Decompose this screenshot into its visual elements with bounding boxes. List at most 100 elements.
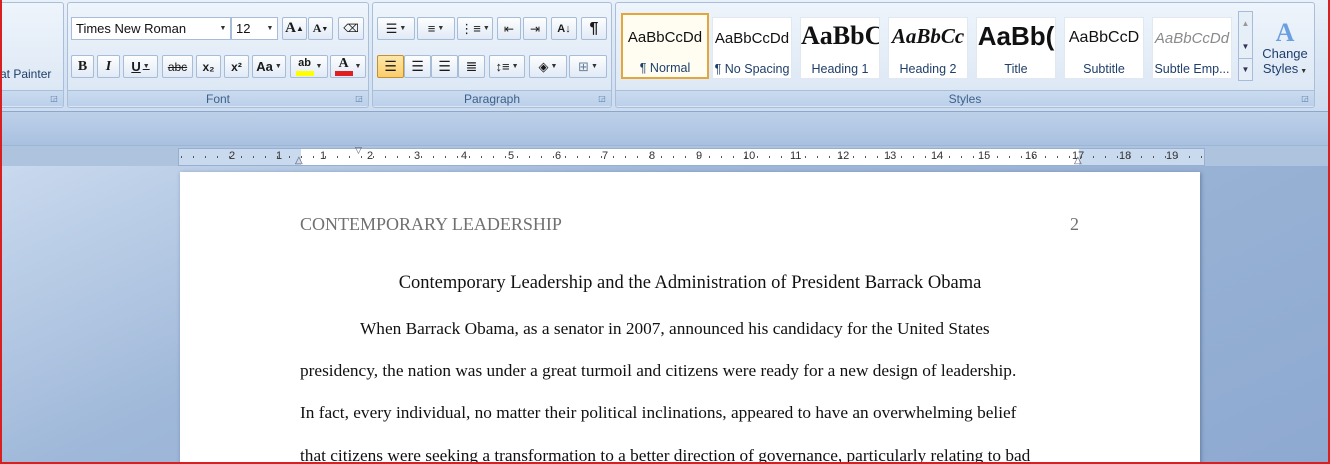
align-left-button[interactable]: ☰ [377, 55, 404, 78]
ruler-tick [793, 156, 794, 158]
style-title[interactable]: AaBb( Title [976, 17, 1056, 79]
ruler-tick [469, 156, 470, 158]
scroll-down-icon[interactable]: ▼ [1239, 35, 1252, 58]
superscript-button[interactable]: x² [224, 55, 249, 78]
ruler-tick [733, 156, 734, 158]
decrease-indent-button[interactable]: ⇤ [497, 17, 521, 40]
ruler-tick [541, 156, 542, 158]
highlight-button[interactable]: ab ▼ [290, 55, 328, 78]
ruler-tick [685, 156, 686, 158]
decrease-indent-icon: ⇤ [503, 21, 515, 36]
grow-font-icon: A [285, 20, 296, 36]
style-name: Subtitle [1083, 62, 1125, 76]
highlighter-icon: ab [295, 57, 314, 76]
right-indent-marker[interactable]: △ [1074, 155, 1082, 166]
format-painter-button[interactable]: at Painter [0, 62, 63, 85]
ruler-tick [913, 156, 914, 158]
border-grid-icon: ⊞ [578, 58, 589, 74]
ruler-tick [337, 156, 338, 158]
underline-icon: U [131, 59, 141, 74]
style-no-spacing[interactable]: AaBbCcDd ¶ No Spacing [712, 17, 792, 79]
ruler-tick [697, 156, 698, 158]
clear-formatting-button[interactable]: ⌫ [338, 17, 364, 40]
numbering-button[interactable]: ≡ ▼ [417, 17, 455, 40]
ruler-tick [517, 156, 518, 158]
font-dialog-launcher-icon[interactable]: ◲ [354, 94, 364, 104]
ruler-tick [529, 156, 530, 158]
shading-button[interactable]: ◈ ▼ [529, 55, 567, 78]
underline-button[interactable]: U ▼ [123, 55, 158, 78]
ruler-number: 4 [461, 150, 468, 162]
line-spacing-button[interactable]: ↕≡ ▼ [489, 55, 525, 78]
sort-button[interactable]: A↓ [551, 17, 577, 40]
chevron-down-icon[interactable]: ▼ [263, 18, 277, 39]
borders-button[interactable]: ⊞ ▼ [569, 55, 607, 78]
font-color-button[interactable]: A ▼ [330, 55, 366, 78]
chevron-down-icon[interactable]: ▼ [216, 18, 230, 39]
style-name: ¶ Normal [639, 61, 691, 75]
left-indent-marker[interactable]: △ [295, 155, 303, 166]
style-subtle-emphasis[interactable]: AaBbCcDd Subtle Emp... [1152, 17, 1232, 79]
style-heading-2[interactable]: AaBbCc Heading 2 [888, 17, 968, 79]
ruler-tick [625, 156, 626, 158]
justify-icon: ≣ [465, 58, 478, 74]
ruler-tick [409, 156, 410, 158]
align-right-button[interactable]: ☰ [431, 55, 458, 78]
ruler-tick [397, 156, 398, 158]
ruler-tick [589, 156, 590, 158]
format-painter-label: at Painter [0, 66, 52, 81]
ruler-tick [289, 156, 290, 158]
change-styles-button[interactable]: A Change Styles ▼ [1260, 11, 1310, 87]
paragraph-line: When Barrack Obama, as a senator in 2007… [360, 319, 990, 338]
multilevel-list-button[interactable]: ⋮≡ ▼ [457, 17, 493, 40]
ruler-tick [937, 156, 938, 158]
ruler-tick [577, 156, 578, 158]
clipboard-launcher-icon[interactable]: ◲ [49, 94, 59, 104]
scroll-up-icon[interactable]: ▲ [1239, 12, 1252, 35]
shrink-font-button[interactable]: A ▼ [308, 17, 333, 40]
font-family-value: Times New Roman [76, 21, 187, 36]
horizontal-ruler[interactable]: 2112345678910111213141516171819 ▽ △ △ [178, 145, 1205, 166]
align-center-button[interactable]: ☰ [404, 55, 431, 78]
ruler-tick [421, 156, 422, 158]
ruler-tick [829, 156, 830, 158]
document-page[interactable]: CONTEMPORARY LEADERSHIP 2 Contemporary L… [180, 172, 1200, 464]
ribbon: at Painter ◲ Times New Roman ▼ 12 ▼ A ▲ A… [0, 0, 1330, 112]
ruler-tick [613, 156, 614, 158]
style-name: Heading 1 [811, 62, 869, 76]
styles-group: AaBbCcDd ¶ Normal AaBbCcDd ¶ No Spacing … [615, 2, 1315, 108]
ruler-tick [1033, 156, 1034, 158]
increase-indent-button[interactable]: ⇥ [523, 17, 547, 40]
font-family-combo[interactable]: Times New Roman ▼ [71, 17, 231, 40]
ruler-tick [1117, 156, 1118, 158]
style-sample: AaBbCcDd [714, 30, 790, 47]
ruler-tick [481, 156, 482, 158]
ruler-number: 16 [1025, 150, 1038, 162]
show-marks-button[interactable]: ¶ [581, 17, 607, 40]
strikethrough-button[interactable]: abc [162, 55, 193, 78]
italic-button[interactable]: I [97, 55, 120, 78]
font-size-combo[interactable]: 12 ▼ [231, 17, 278, 40]
change-case-button[interactable]: Aa ▼ [252, 55, 286, 78]
ruler-tick [865, 156, 866, 158]
paragraph-dialog-launcher-icon[interactable]: ◲ [597, 94, 607, 104]
ruler-number: 12 [837, 150, 850, 162]
ruler-number: 5 [508, 150, 515, 162]
more-styles-icon[interactable]: ▼ [1239, 58, 1252, 80]
subscript-button[interactable]: x₂ [196, 55, 221, 78]
bold-button[interactable]: B [71, 55, 94, 78]
ruler-tick [673, 156, 674, 158]
pilcrow-icon: ¶ [589, 19, 599, 37]
grow-font-button[interactable]: A ▲ [282, 17, 307, 40]
style-normal[interactable]: AaBbCcDd ¶ Normal [621, 13, 709, 79]
ruler-number: 6 [555, 150, 562, 162]
bullets-button[interactable]: ☰ ▼ [377, 17, 415, 40]
style-heading-1[interactable]: AaBbC Heading 1 [800, 17, 880, 79]
styles-dialog-launcher-icon[interactable]: ◲ [1300, 94, 1310, 104]
paragraph-line: presidency, the nation was under a great… [300, 361, 1017, 380]
ruler-tick [1153, 156, 1154, 158]
style-subtitle[interactable]: AaBbCcD Subtitle [1064, 17, 1144, 79]
ruler-tick [709, 156, 710, 158]
first-line-indent-marker[interactable]: ▽ [355, 145, 362, 156]
justify-button[interactable]: ≣ [458, 55, 485, 78]
